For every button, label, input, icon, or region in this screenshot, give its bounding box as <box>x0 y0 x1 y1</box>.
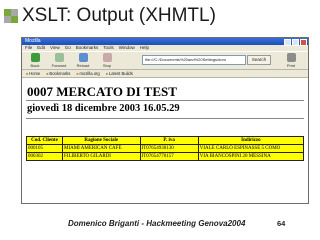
forward-arrow-icon <box>54 53 64 62</box>
divider <box>26 100 304 101</box>
printer-icon <box>286 53 296 62</box>
search-button[interactable]: Search <box>247 55 271 65</box>
reload-icon <box>78 53 88 62</box>
slide-footer: Domenico Briganti - Hackmeeting Genova20… <box>68 219 246 228</box>
bookmark-latest-builds[interactable]: Latest Builds <box>106 70 133 77</box>
header-indirizzo: Indirizzo <box>197 136 305 145</box>
cell-cod-cliente: 000105 <box>26 144 63 153</box>
window-titlebar: Mozilla <box>22 38 308 46</box>
bookmark-bookmarks[interactable]: Bookmarks <box>46 70 70 77</box>
slide-title: XSLT: Output (XHMTL) <box>22 5 216 26</box>
stop-label: Stop <box>102 63 112 68</box>
header-ragione-sociale: Ragione Sociale <box>62 136 141 145</box>
url-input[interactable]: file:///C:/Documents%20and%20Settings/do… <box>142 55 246 65</box>
browser-window: Mozilla File Edit View Go Bookmarks Tool… <box>21 37 309 204</box>
header-piva: P. iva <box>139 136 199 145</box>
slide-bullet-icon <box>4 9 18 23</box>
reload-button[interactable]: Reload <box>72 53 94 68</box>
reload-label: Reload <box>76 63 90 68</box>
cell-cod-cliente: 000302 <box>26 152 63 161</box>
print-button[interactable]: Print <box>280 53 302 68</box>
close-icon[interactable] <box>300 39 307 46</box>
document-date: giovedì 18 dicembre 2003 16.05.29 <box>27 103 180 114</box>
page-content: 0007 MERCATO DI TEST giovedì 18 dicembre… <box>22 78 308 203</box>
clients-table: Cod. Cliente Ragione Sociale P. iva Indi… <box>26 136 305 161</box>
window-title: Mozilla <box>25 38 41 44</box>
nav-toolbar: Back Forward Reload Stop file:///C:/Docu… <box>22 51 308 70</box>
document-heading: 0007 MERCATO DI TEST <box>27 84 177 99</box>
cell-piva: IT07654770157 <box>139 152 199 161</box>
cell-indirizzo: VIALE CARLO ESPINASSE 5 COMO <box>197 144 305 153</box>
table-row: 000302 FILIBERTO GILARDI IT07654770157 V… <box>26 152 305 161</box>
table-header-row: Cod. Cliente Ragione Sociale P. iva Indi… <box>26 136 305 145</box>
print-label: Print <box>286 63 296 68</box>
cell-indirizzo: VIA BIANCOSPINI 20 MESSINA <box>197 152 305 161</box>
stop-button[interactable]: Stop <box>96 53 118 68</box>
back-arrow-icon <box>30 53 40 62</box>
header-cod-cliente: Cod. Cliente <box>26 136 63 145</box>
forward-button[interactable]: Forward <box>48 53 70 68</box>
stop-icon <box>102 53 112 62</box>
maximize-icon[interactable] <box>292 39 299 46</box>
cell-ragione-sociale: FILIBERTO GILARDI <box>62 152 141 161</box>
forward-label: Forward <box>51 63 67 68</box>
search-label: Search <box>251 57 267 62</box>
cell-piva: IT07654930130 <box>139 144 199 153</box>
table-row: 000105 MIAMI AMERICAN CAFE IT07654930130… <box>26 144 305 153</box>
divider <box>26 118 304 119</box>
bookmark-home[interactable]: Home <box>26 70 40 77</box>
back-button[interactable]: Back <box>24 53 46 68</box>
bookmark-mozilla[interactable]: mozilla.org <box>76 70 100 77</box>
page-number: 64 <box>277 219 286 228</box>
bookmarks-bar: Home Bookmarks mozilla.org Latest Builds <box>22 70 308 78</box>
cell-ragione-sociale: MIAMI AMERICAN CAFE <box>62 144 141 153</box>
back-label: Back <box>30 63 40 68</box>
minimize-icon[interactable] <box>284 39 291 46</box>
